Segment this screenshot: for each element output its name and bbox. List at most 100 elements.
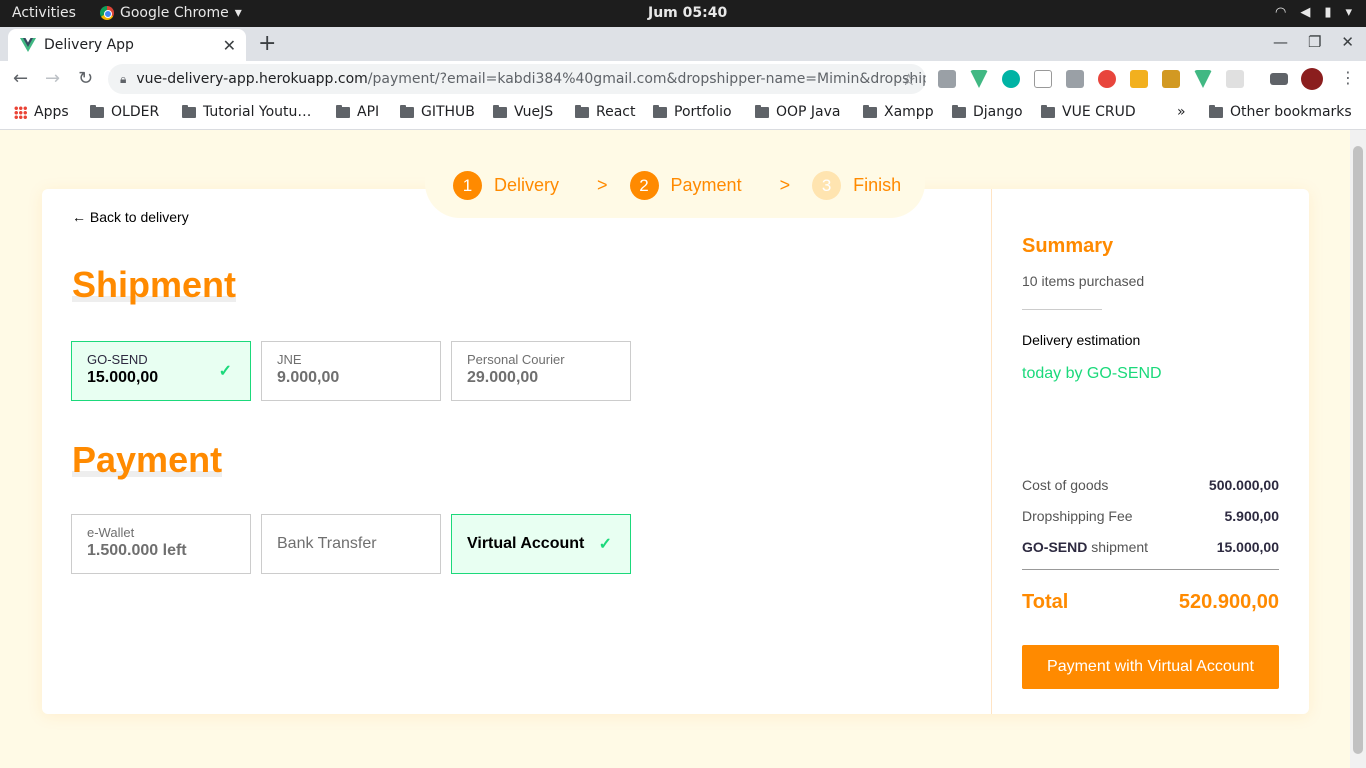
total-divider (1022, 569, 1279, 570)
summary-panel: Summary 10 items purchased Delivery esti… (1022, 189, 1279, 714)
row-value: 500.000,00 (1208, 477, 1279, 493)
close-window-icon[interactable]: ✕ (1341, 33, 1354, 51)
step-delivery: 1 Delivery > (453, 171, 630, 200)
option-value: Virtual Account (467, 535, 585, 552)
shipment-option-gosend[interactable]: GO-SEND 15.000,00 ✓ (71, 341, 251, 401)
bookmark-label: API (357, 104, 380, 120)
folder-icon (952, 104, 966, 118)
caret-down-icon: ▾ (1345, 5, 1352, 20)
bookmark-folder[interactable]: React (575, 104, 635, 120)
bookmark-label: Portfolio (674, 104, 732, 120)
dropshipping-fee-row: Dropshipping Fee 5.900,00 (1022, 508, 1279, 524)
option-value: 29.000,00 (467, 369, 539, 386)
option-value: 9.000,00 (277, 369, 340, 386)
bookmark-folder[interactable]: Django (952, 104, 1023, 120)
back-to-delivery-link[interactable]: ← Back to delivery (72, 209, 189, 225)
check-icon: ✓ (218, 363, 232, 380)
bookmarks-overflow-button[interactable]: » (1177, 104, 1186, 120)
folder-icon (1209, 104, 1223, 118)
row-label: Cost of goods (1022, 477, 1109, 493)
restore-icon[interactable]: ❐ (1308, 33, 1321, 51)
delivery-estimation-label: Delivery estimation (1022, 332, 1141, 348)
browser-toolbar: ← → ↻ 🔒︎ vue-delivery-app.herokuapp.com … (0, 61, 1366, 97)
payment-button[interactable]: Payment with Virtual Account (1022, 645, 1279, 689)
bookmark-folder[interactable]: Xampp (863, 104, 934, 120)
reading-list-icon[interactable] (1270, 73, 1288, 85)
system-tray[interactable]: ◠ ◀ ▮ ▾ (1275, 5, 1352, 20)
bookmark-apps[interactable]: Apps (14, 104, 69, 120)
browser-menu-icon[interactable]: ⋮ (1340, 68, 1356, 87)
bookmark-folder[interactable]: OOP Java (755, 104, 841, 120)
url-path: /payment/?email=kabdi384%40gmail.com&dro… (367, 71, 926, 87)
bookmark-label: GITHUB (421, 104, 475, 120)
address-bar[interactable]: 🔒︎ vue-delivery-app.herokuapp.com /payme… (108, 64, 926, 94)
bookmark-label: VUE CRUD (1062, 104, 1136, 120)
tab-title: Delivery App (44, 37, 134, 53)
lock-icon: 🔒︎ (120, 71, 127, 86)
activities-button[interactable]: Activities (12, 5, 76, 21)
page-scrollbar[interactable] (1350, 130, 1366, 768)
extension-icon[interactable] (1098, 70, 1116, 88)
shipment-name: GO-SEND (1022, 539, 1088, 555)
scrollbar-thumb[interactable] (1353, 146, 1363, 754)
minimize-icon[interactable]: — (1273, 33, 1288, 51)
shipment-option-personal-courier[interactable]: Personal Courier 29.000,00 (451, 341, 631, 401)
shipment-row: GO-SEND shipment 15.000,00 (1022, 539, 1279, 555)
option-label: JNE (277, 352, 302, 367)
vue-devtools-icon[interactable] (1194, 70, 1212, 88)
step-finish: 3 Finish (812, 171, 901, 200)
stepper: 1 Delivery > 2 Payment > 3 Finish (425, 153, 925, 218)
forward-arrow-icon[interactable]: → (45, 68, 60, 89)
profile-avatar[interactable] (1301, 68, 1323, 90)
other-bookmarks-folder[interactable]: Other bookmarks (1209, 104, 1352, 120)
folder-icon (1041, 104, 1055, 118)
system-clock[interactable]: Jum 05:40 (648, 5, 727, 21)
checkout-card: ← Back to delivery Shipment GO-SEND 15.0… (42, 189, 1309, 714)
bookmark-folder[interactable]: VUE CRUD (1041, 104, 1136, 120)
tab-strip: Delivery App ✕ + — ❐ ✕ (0, 27, 1366, 61)
option-value: 1.500.000 left (87, 542, 187, 559)
extension-icon[interactable] (1002, 70, 1020, 88)
check-icon: ✓ (598, 536, 612, 553)
cost-of-goods-row: Cost of goods 500.000,00 (1022, 477, 1279, 493)
reload-icon[interactable]: ↻ (78, 68, 93, 89)
app-menu[interactable]: Google Chrome ▾ (100, 5, 242, 21)
summary-title: Summary (1022, 235, 1114, 257)
shipment-suffix: shipment (1087, 539, 1149, 555)
bookmark-folder[interactable]: Portfolio (653, 104, 732, 120)
close-tab-icon[interactable]: ✕ (223, 36, 236, 55)
option-label: Personal Courier (467, 352, 565, 367)
volume-icon: ◀ (1300, 5, 1311, 20)
camera-icon[interactable] (1066, 70, 1084, 88)
bookmark-folder[interactable]: OLDER (90, 104, 159, 120)
browser-tab[interactable]: Delivery App ✕ (8, 29, 246, 61)
total-value: 520.900,00 (1178, 591, 1279, 613)
json-viewer-icon[interactable] (1034, 70, 1052, 88)
payment-option-bank-transfer[interactable]: Bank Transfer (261, 514, 441, 574)
vue-devtools-icon[interactable] (970, 70, 988, 88)
step-label: Finish (853, 175, 902, 195)
shipment-option-jne[interactable]: JNE 9.000,00 (261, 341, 441, 401)
folder-icon (182, 104, 196, 118)
payment-option-virtual-account[interactable]: Virtual Account ✓ (451, 514, 631, 574)
row-label: Dropshipping Fee (1022, 508, 1133, 524)
bookmarks-bar: Apps OLDER Tutorial Youtu… API GITHUB Vu… (0, 97, 1366, 130)
step-number: 3 (812, 171, 842, 200)
new-tab-button[interactable]: + (258, 31, 276, 56)
back-arrow-icon[interactable]: ← (13, 68, 28, 89)
url-host: vue-delivery-app.herokuapp.com (136, 71, 368, 87)
payment-heading: Payment (72, 439, 223, 481)
bookmark-folder[interactable]: Tutorial Youtu… (182, 104, 311, 120)
row-label: GO-SEND shipment (1022, 539, 1148, 555)
vue-logo-icon (20, 38, 36, 52)
color-picker-icon[interactable] (1130, 70, 1148, 88)
payment-option-ewallet[interactable]: e-Wallet 1.500.000 left (71, 514, 251, 574)
bookmark-star-icon[interactable]: ☆ (902, 70, 916, 89)
bookmark-folder[interactable]: API (336, 104, 379, 120)
bookmark-folder[interactable]: VueJS (493, 104, 553, 120)
extension-icon[interactable] (1226, 70, 1244, 88)
bookmark-folder[interactable]: GITHUB (400, 104, 475, 120)
extension-icon[interactable] (1162, 70, 1180, 88)
folder-icon (400, 104, 414, 118)
extension-icon[interactable] (938, 70, 956, 88)
